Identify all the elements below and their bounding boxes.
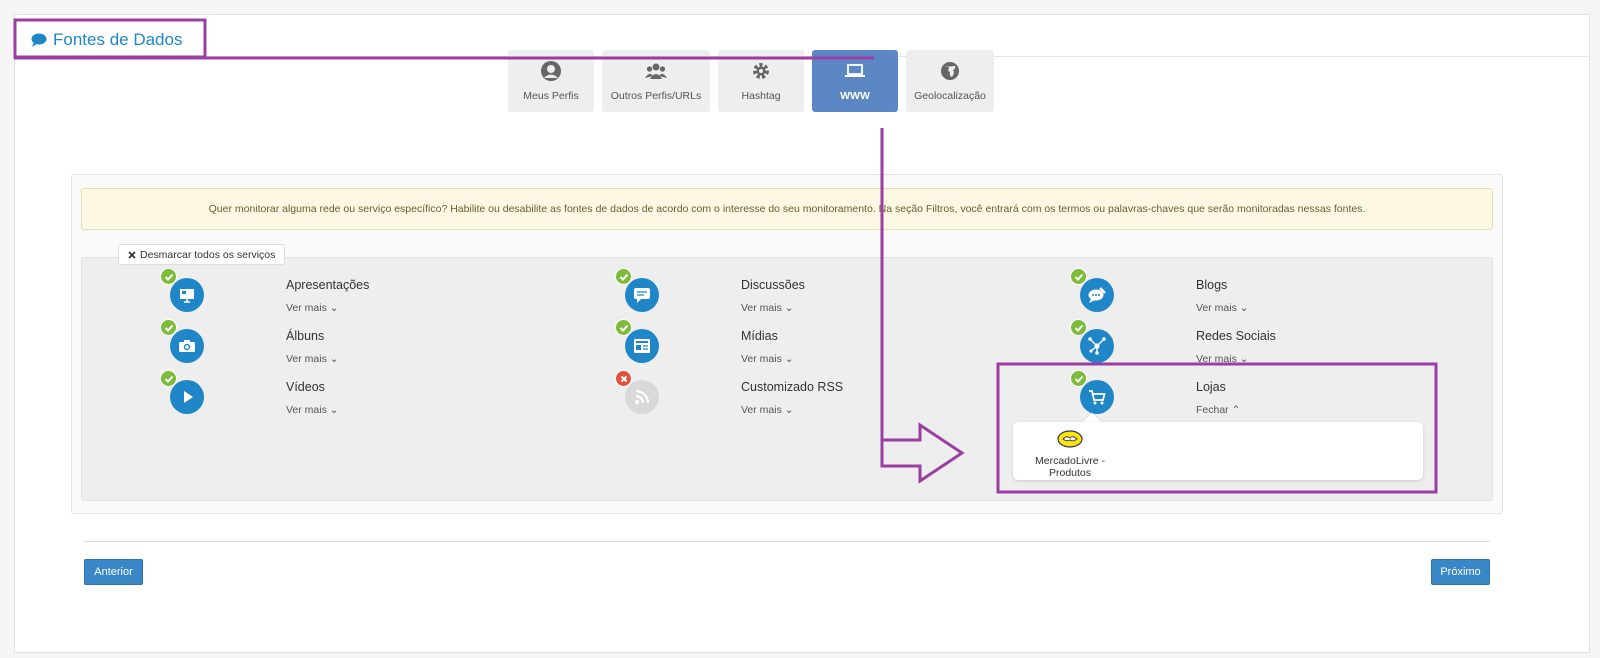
- source-label: MercadoLivre - Produtos: [1034, 455, 1106, 479]
- chevron-down-icon: ⌄: [329, 302, 339, 314]
- tab-hashtag[interactable]: Hashtag: [718, 50, 804, 112]
- chevron-down-icon: ⌄: [784, 353, 794, 365]
- service-name: Mídias: [741, 329, 778, 343]
- tab-outros-perfis[interactable]: Outros Perfis/URLs: [602, 50, 710, 112]
- chevron-down-icon: ⌄: [1239, 302, 1249, 314]
- enabled-check-icon[interactable]: [1070, 268, 1087, 285]
- cart-icon: [1080, 380, 1114, 414]
- info-alert: Quer monitorar alguma rede ou serviço es…: [81, 188, 1493, 230]
- service-customizado-rss[interactable]: Customizado RSS Ver mais ⌄: [615, 370, 1025, 420]
- source-mercadolivre[interactable]: MercadoLivre - Produtos: [1020, 430, 1120, 479]
- toggle-label: Ver mais: [286, 353, 327, 365]
- anterior-button[interactable]: Anterior: [84, 559, 143, 585]
- footer-divider: [84, 541, 1490, 542]
- enabled-check-icon[interactable]: [160, 268, 177, 285]
- service-apresentacoes[interactable]: Apresentações Ver mais ⌄: [160, 268, 570, 318]
- tab-label: Outros Perfis/URLs: [610, 90, 702, 102]
- toggle-label: Fechar: [1196, 404, 1229, 416]
- disabled-x-icon[interactable]: [615, 370, 632, 387]
- ver-mais-toggle[interactable]: Ver mais ⌄: [741, 353, 794, 365]
- service-blogs[interactable]: Blogs Ver mais ⌄: [1070, 268, 1480, 318]
- camera-icon: [170, 329, 204, 363]
- toggle-label: Ver mais: [741, 302, 782, 314]
- service-videos[interactable]: Vídeos Ver mais ⌄: [160, 370, 570, 420]
- fechar-toggle[interactable]: Fechar ⌃: [1196, 404, 1240, 416]
- mercadolivre-logo-icon: [1057, 430, 1083, 448]
- toggle-label: Ver mais: [1196, 302, 1237, 314]
- service-name: Blogs: [1196, 278, 1228, 292]
- blog-bubble-icon: [1080, 278, 1114, 312]
- close-icon: [128, 250, 136, 259]
- enabled-check-icon[interactable]: [160, 370, 177, 387]
- service-name: Customizado RSS: [741, 380, 844, 394]
- service-albuns[interactable]: Álbuns Ver mais ⌄: [160, 319, 570, 369]
- chevron-down-icon: ⌄: [784, 302, 794, 314]
- tab-label: WWW: [840, 90, 870, 102]
- chevron-down-icon: ⌄: [784, 404, 794, 416]
- ver-mais-toggle[interactable]: Ver mais ⌄: [1196, 353, 1249, 365]
- tab-meus-perfis[interactable]: Meus Perfis: [508, 50, 594, 112]
- desmarcar-label: Desmarcar todos os serviços: [140, 248, 276, 261]
- service-name: Apresentações: [286, 278, 370, 292]
- service-redes-sociais[interactable]: Redes Sociais Ver mais ⌄: [1070, 319, 1480, 369]
- service-name: Discussões: [741, 278, 805, 292]
- service-discussoes[interactable]: Discussões Ver mais ⌄: [615, 268, 1025, 318]
- enabled-check-icon[interactable]: [1070, 370, 1087, 387]
- service-name: Redes Sociais: [1196, 329, 1276, 343]
- tab-label: Meus Perfis: [523, 90, 579, 102]
- users-icon: [645, 63, 667, 79]
- user-circle-icon: [541, 61, 561, 81]
- toggle-label: Ver mais: [286, 302, 327, 314]
- enabled-check-icon[interactable]: [615, 268, 632, 285]
- ver-mais-toggle[interactable]: Ver mais ⌄: [1196, 302, 1249, 314]
- toggle-label: Ver mais: [741, 353, 782, 365]
- chevron-down-icon: ⌄: [1239, 353, 1249, 365]
- ver-mais-toggle[interactable]: Ver mais ⌄: [286, 302, 339, 314]
- toggle-label: Ver mais: [286, 404, 327, 416]
- toggle-label: Ver mais: [741, 404, 782, 416]
- proximo-button[interactable]: Próximo: [1431, 559, 1490, 585]
- ver-mais-toggle[interactable]: Ver mais ⌄: [741, 404, 794, 416]
- page-title-text: Fontes de Dados: [53, 30, 183, 49]
- enabled-check-icon[interactable]: [160, 319, 177, 336]
- play-icon: [170, 380, 204, 414]
- service-name: Lojas: [1196, 380, 1226, 394]
- globe-icon: [941, 62, 959, 80]
- toggle-label: Ver mais: [1196, 353, 1237, 365]
- speech-bubble-icon: [31, 33, 47, 47]
- tab-www[interactable]: WWW: [812, 50, 898, 112]
- desmarcar-button[interactable]: Desmarcar todos os serviços: [118, 244, 286, 265]
- ver-mais-toggle[interactable]: Ver mais ⌄: [741, 302, 794, 314]
- service-lojas[interactable]: Lojas Fechar ⌃: [1070, 370, 1480, 420]
- rss-icon: [625, 380, 659, 414]
- newspaper-icon: [625, 329, 659, 363]
- ver-mais-toggle[interactable]: Ver mais ⌄: [286, 404, 339, 416]
- service-name: Álbuns: [286, 329, 325, 343]
- service-name: Vídeos: [286, 380, 325, 394]
- chevron-down-icon: ⌄: [329, 353, 339, 365]
- ver-mais-toggle[interactable]: Ver mais ⌄: [286, 353, 339, 365]
- network-icon: [1080, 329, 1114, 363]
- tab-label: Geolocalização: [914, 90, 986, 102]
- chevron-up-icon: ⌃: [1231, 404, 1241, 416]
- enabled-check-icon[interactable]: [615, 319, 632, 336]
- enabled-check-icon[interactable]: [1070, 319, 1087, 336]
- page-title: Fontes de Dados: [31, 30, 182, 50]
- service-midias[interactable]: Mídias Ver mais ⌄: [615, 319, 1025, 369]
- chevron-down-icon: ⌄: [329, 404, 339, 416]
- tab-label: Hashtag: [741, 90, 781, 102]
- laptop-icon: [845, 64, 865, 77]
- chat-icon: [625, 278, 659, 312]
- gear-icon: [753, 63, 769, 79]
- tab-geolocalizacao[interactable]: Geolocalização: [906, 50, 994, 112]
- presentation-icon: [170, 278, 204, 312]
